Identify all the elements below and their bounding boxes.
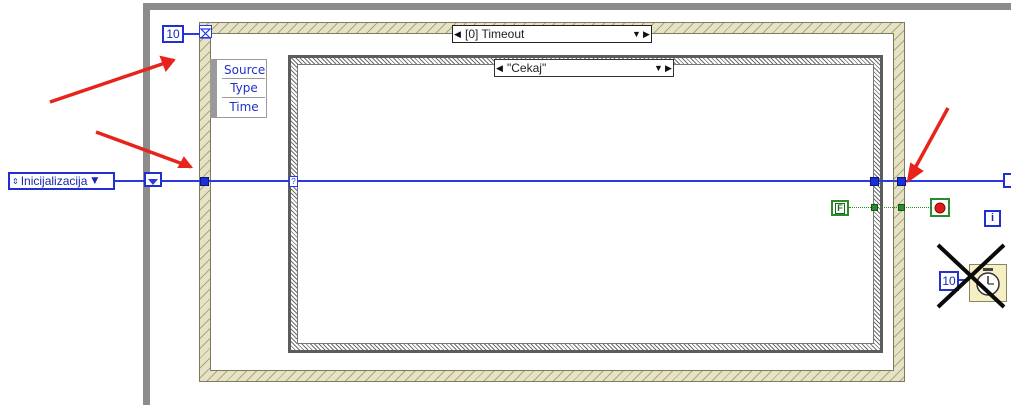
chevron-down-icon[interactable]: ▼: [631, 29, 642, 39]
case-selector-label: "Cekaj": [507, 61, 547, 75]
iteration-terminal[interactable]: i: [984, 210, 1001, 227]
next-case-arrow-icon[interactable]: ▶: [664, 60, 673, 76]
prev-case-arrow-icon[interactable]: ◀: [453, 26, 462, 42]
event-data-type[interactable]: Type: [224, 80, 264, 96]
boolean-tunnel-case[interactable]: [871, 204, 878, 211]
event-data-time[interactable]: Time: [224, 99, 264, 115]
stop-terminal[interactable]: [930, 198, 950, 217]
hourglass-icon[interactable]: [199, 25, 212, 39]
increment-arrows-icon[interactable]: ⇕: [10, 177, 21, 186]
case-selector[interactable]: ◀ "Cekaj" ▼ ▶: [494, 59, 674, 77]
case-selector-terminal[interactable]: ?: [289, 176, 298, 187]
event-case-label: [0] Timeout: [465, 27, 525, 41]
prev-case-arrow-icon[interactable]: ◀: [495, 60, 504, 76]
case-tunnel-right[interactable]: [870, 177, 879, 186]
case-structure-diagram: [297, 64, 874, 344]
stop-icon: [934, 202, 946, 213]
boolean-tunnel-event[interactable]: [898, 204, 905, 211]
annotation-arrow-right: [906, 107, 950, 184]
next-case-arrow-icon[interactable]: ▶: [642, 26, 651, 42]
false-constant[interactable]: F: [831, 200, 849, 216]
chevron-down-icon[interactable]: ▼: [653, 63, 664, 73]
boolean-wire: [849, 207, 929, 208]
annotation-arrows-left: [49, 55, 194, 169]
event-data-source[interactable]: Source: [224, 61, 265, 79]
enum-wire: [115, 180, 144, 182]
shift-register-right[interactable]: [1003, 173, 1011, 188]
removed-cross-icon: [936, 243, 1006, 309]
timeout-wire: [184, 33, 199, 35]
event-case-selector[interactable]: ◀ [0] Timeout ▼ ▶: [452, 25, 652, 43]
